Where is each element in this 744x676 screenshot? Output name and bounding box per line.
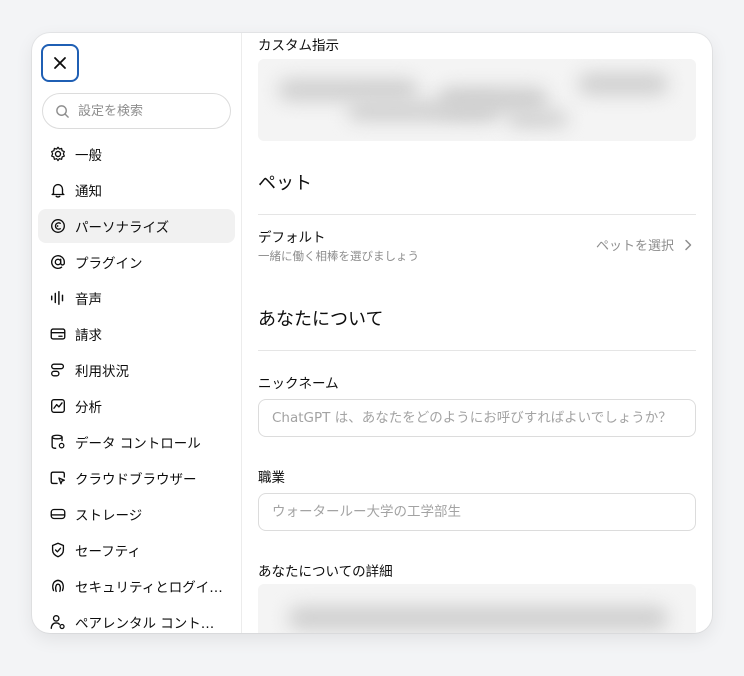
pet-heading: ペット — [258, 173, 312, 194]
sidebar-item-label: 請求 — [75, 328, 102, 344]
divider — [258, 350, 696, 351]
sidebar-item-analytics[interactable]: 分析 — [38, 389, 235, 423]
chevron-right-icon — [685, 239, 692, 250]
sidebar-item-label: データ コントロール — [75, 436, 201, 452]
settings-dialog: 一般 通知 パーソナライズ — [32, 33, 712, 633]
sidebar-item-label: セーフティ — [75, 544, 141, 560]
sidebar-item-general[interactable]: 一般 — [38, 137, 235, 171]
sidebar-item-label: 利用状況 — [75, 364, 129, 380]
usage-icon — [51, 363, 65, 377]
settings-content: カスタム指示 ペット デフォルト 一緒に働く相棒を選びましょう ペットを選択 あ… — [258, 33, 696, 633]
sidebar-item-label: 分析 — [75, 400, 102, 416]
database-gear-icon — [51, 434, 65, 449]
divider — [258, 214, 696, 215]
close-button[interactable] — [41, 44, 79, 82]
pet-default-subtitle: 一緒に働く相棒を選びましょう — [258, 249, 419, 263]
pet-default-title: デフォルト — [258, 230, 326, 246]
sidebar-item-label: セキュリティとログイ… — [75, 580, 223, 596]
settings-nav: 一般 通知 パーソナライズ プラグイン 音声 請求 利用状況 分析 データ コン… — [38, 137, 235, 633]
sidebar-item-billing[interactable]: 請求 — [38, 317, 235, 351]
gear-icon — [51, 146, 65, 162]
sidebar-item-security-login[interactable]: セキュリティとログイ… — [38, 569, 235, 603]
about-details-label: あなたについての詳細 — [258, 564, 393, 580]
sidebar-item-voice[interactable]: 音声 — [38, 281, 235, 315]
nickname-input[interactable] — [272, 410, 687, 426]
settings-sidebar: 一般 通知 パーソナライズ — [32, 33, 242, 633]
sidebar-item-usage[interactable]: 利用状況 — [38, 353, 235, 387]
sidebar-item-label: クラウドブラウザー — [75, 472, 197, 488]
sidebar-item-plugins[interactable]: プラグイン — [38, 245, 235, 279]
sidebar-item-label: パーソナライズ — [75, 220, 170, 236]
pet-select-button[interactable]: ペットを選択 — [596, 235, 696, 254]
shield-icon — [51, 542, 65, 558]
sidebar-item-label: 音声 — [75, 292, 102, 308]
sidebar-item-safety[interactable]: セーフティ — [38, 533, 235, 567]
sidebar-item-label: ストレージ — [75, 508, 143, 524]
about-details-textarea[interactable] — [258, 584, 696, 633]
sidebar-item-personalization[interactable]: パーソナライズ — [38, 209, 235, 243]
browser-cursor-icon — [50, 471, 65, 485]
storage-icon — [50, 508, 66, 520]
occupation-field[interactable] — [258, 493, 696, 531]
chart-icon — [51, 399, 65, 413]
nickname-field[interactable] — [258, 399, 696, 437]
settings-search[interactable] — [42, 93, 231, 129]
bell-icon — [51, 183, 65, 198]
sidebar-item-label: 一般 — [75, 148, 102, 164]
search-input[interactable] — [78, 103, 218, 119]
close-icon — [54, 57, 66, 69]
sidebar-item-data-controls[interactable]: データ コントロール — [38, 425, 235, 459]
custom-instructions-label: カスタム指示 — [258, 38, 339, 54]
sidebar-item-parental-controls[interactable]: ペアレンタル コント… — [38, 605, 235, 633]
sidebar-item-label: 通知 — [75, 184, 102, 200]
occupation-input[interactable] — [272, 504, 687, 520]
card-icon — [50, 328, 66, 340]
pet-select-label: ペットを選択 — [595, 239, 674, 254]
at-icon — [51, 255, 65, 270]
fingerprint-icon — [52, 579, 64, 593]
about-you-heading: あなたについて — [258, 309, 384, 330]
nickname-label: ニックネーム — [258, 376, 339, 392]
personalize-icon — [51, 219, 65, 233]
parent-icon — [50, 615, 65, 630]
waveform-icon — [50, 290, 64, 306]
occupation-label: 職業 — [258, 470, 285, 486]
custom-instructions-textarea[interactable] — [258, 59, 696, 141]
sidebar-item-cloud-browser[interactable]: クラウドブラウザー — [38, 461, 235, 495]
sidebar-item-label: ペアレンタル コント… — [75, 616, 215, 632]
sidebar-item-notifications[interactable]: 通知 — [38, 173, 235, 207]
search-icon — [56, 104, 69, 118]
sidebar-item-storage[interactable]: ストレージ — [38, 497, 235, 531]
sidebar-item-label: プラグイン — [75, 256, 143, 272]
